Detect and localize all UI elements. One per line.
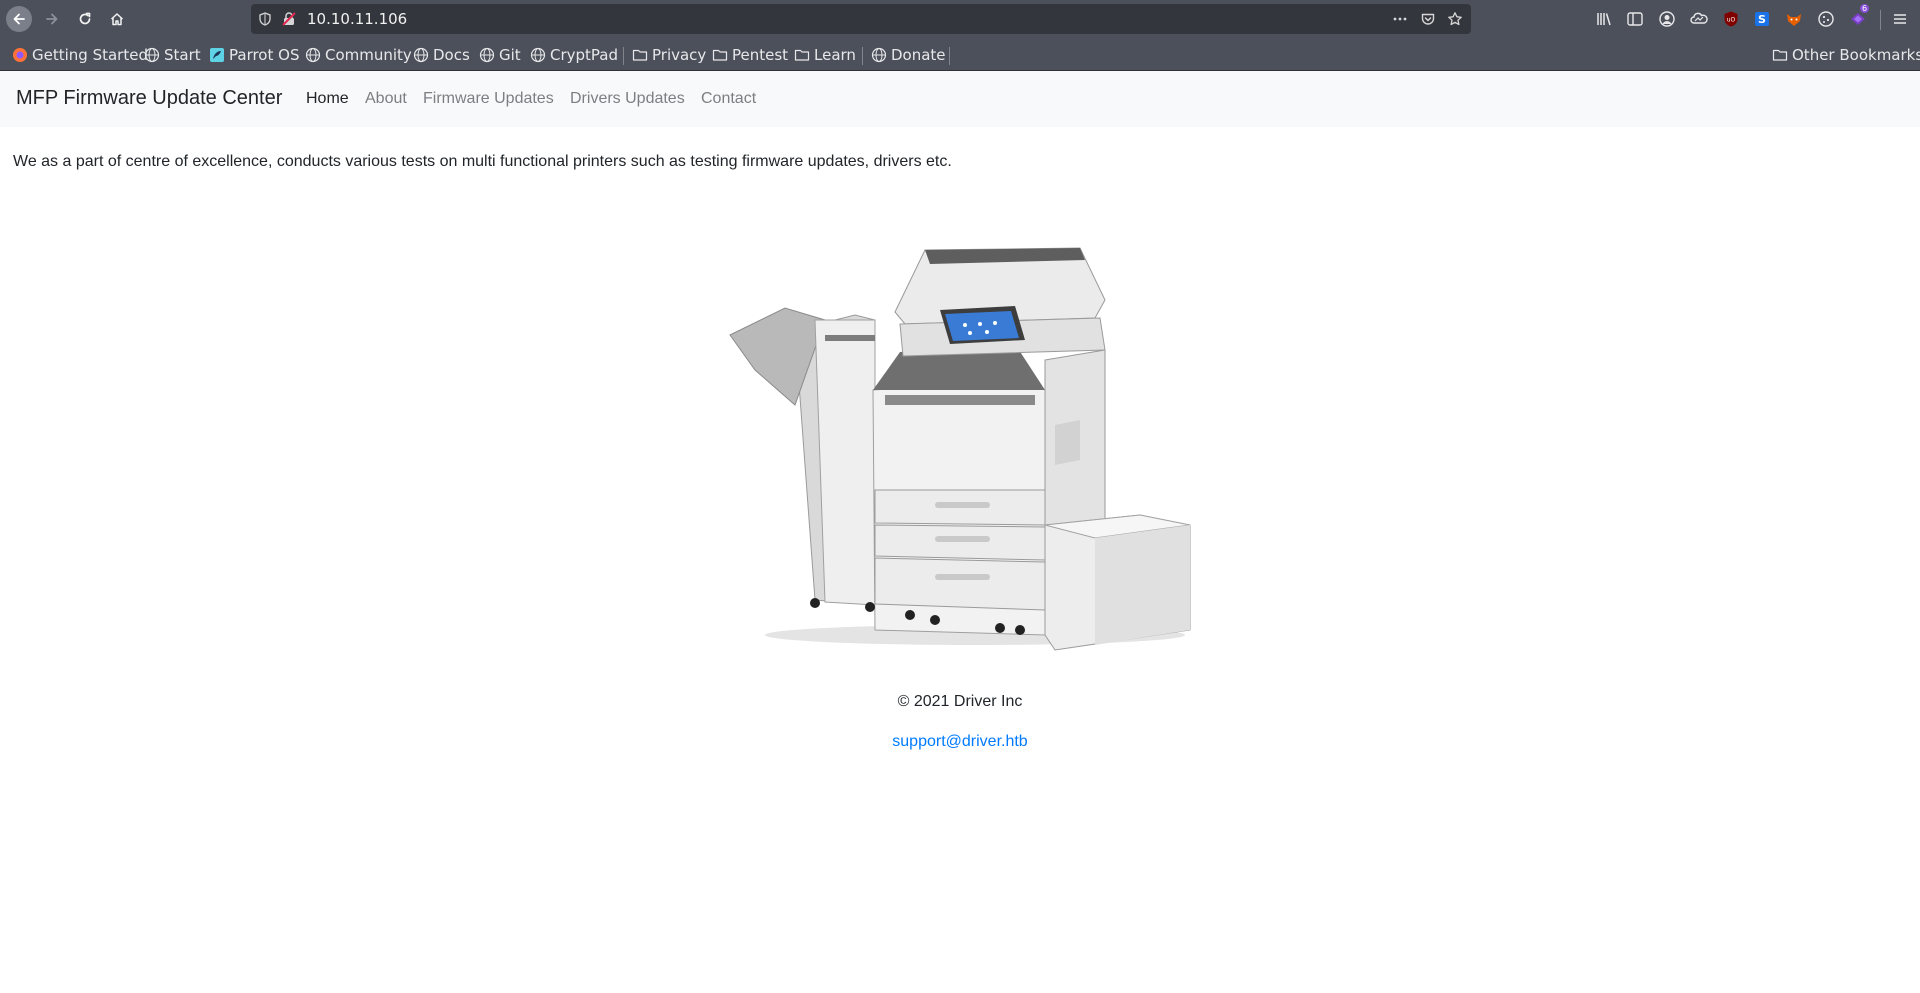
account-icon[interactable]: [1658, 10, 1676, 28]
folder-icon: [712, 47, 728, 63]
bookmark-label: Donate: [891, 46, 946, 64]
intro-text: We as a part of centre of excellence, co…: [13, 153, 952, 170]
reload-button[interactable]: [72, 6, 98, 32]
bookmark-label: Docs: [433, 46, 470, 64]
globe-icon: [871, 47, 887, 63]
back-button[interactable]: [6, 6, 32, 32]
site-navbar: MFP Firmware Update Center Home About Fi…: [0, 71, 1920, 127]
url-text[interactable]: 10.10.11.106: [307, 10, 407, 28]
footer-copyright: © 2021 Driver Inc: [897, 693, 1023, 710]
star-icon[interactable]: [1447, 11, 1463, 27]
pocket-icon[interactable]: [1420, 11, 1436, 27]
firefox-icon: [12, 47, 28, 63]
library-icon[interactable]: [1595, 10, 1613, 28]
s-extension-icon[interactable]: S: [1753, 10, 1771, 28]
support-email-link[interactable]: support@driver.htb: [0, 733, 1920, 751]
page-actions-icon[interactable]: [1392, 11, 1408, 27]
globe-icon: [144, 47, 160, 63]
reload-icon: [79, 12, 91, 25]
bookmark-label: Community: [325, 46, 412, 64]
url-bar[interactable]: 10.10.11.106: [251, 4, 1471, 34]
browser-toolbar: 10.10.11.106 uO S 6: [0, 0, 1920, 38]
bookmark-folder-learn[interactable]: Learn: [794, 45, 856, 65]
bookmark-label: Other Bookmarks: [1792, 46, 1920, 64]
printer-image: [729, 247, 1191, 651]
bookmarks-bar: Getting Started Start Parrot OS Communit…: [0, 38, 1920, 71]
toolbar-divider: [1880, 10, 1881, 30]
bookmark-parrot-os[interactable]: Parrot OS: [209, 45, 299, 65]
home-button[interactable]: [104, 6, 130, 32]
bookmark-getting-started[interactable]: Getting Started: [12, 45, 148, 65]
home-icon: [110, 13, 124, 26]
bookmark-label: Privacy: [652, 46, 707, 64]
site-brand[interactable]: MFP Firmware Update Center: [16, 87, 282, 110]
bookmark-donate[interactable]: Donate: [871, 45, 946, 65]
folder-icon: [794, 47, 810, 63]
svg-text:S: S: [1758, 13, 1766, 26]
bookmark-label: Learn: [814, 46, 856, 64]
insecure-lock-icon[interactable]: [281, 11, 297, 27]
nav-drivers-updates[interactable]: Drivers Updates: [570, 90, 685, 108]
globe-icon: [305, 47, 321, 63]
nav-home[interactable]: Home: [306, 90, 349, 108]
bookmark-label: Git: [499, 46, 521, 64]
forward-button[interactable]: [39, 6, 65, 32]
fox-extension-icon[interactable]: [1785, 10, 1803, 28]
nav-firmware-updates[interactable]: Firmware Updates: [423, 90, 554, 108]
bookmark-git[interactable]: Git: [479, 45, 521, 65]
bookmark-docs[interactable]: Docs: [413, 45, 470, 65]
bookmark-label: Parrot OS: [229, 46, 300, 64]
ublock-origin-icon[interactable]: uO: [1722, 10, 1740, 28]
nav-about[interactable]: About: [365, 90, 407, 108]
folder-icon: [1772, 47, 1788, 63]
nav-contact[interactable]: Contact: [701, 90, 756, 108]
bookmark-separator: [623, 47, 624, 65]
extension-cloud-icon[interactable]: [1690, 10, 1708, 28]
arrow-left-icon: [13, 13, 25, 25]
bookmark-other-bookmarks[interactable]: Other Bookmarks: [1772, 45, 1920, 65]
sidebar-icon[interactable]: [1626, 10, 1644, 28]
bookmark-separator: [949, 47, 950, 65]
bookmark-start[interactable]: Start: [144, 45, 201, 65]
extension-badge-count: 6: [1860, 4, 1870, 13]
parrot-icon: [209, 47, 225, 63]
bookmark-label: Start: [164, 46, 201, 64]
bookmark-folder-privacy[interactable]: Privacy: [632, 45, 706, 65]
bookmark-community[interactable]: Community: [305, 45, 412, 65]
globe-icon: [479, 47, 495, 63]
bookmark-label: Pentest: [732, 46, 789, 64]
globe-icon: [530, 47, 546, 63]
bookmark-label: CryptPad: [550, 46, 619, 64]
arrow-right-icon: [46, 13, 58, 25]
globe-icon: [413, 47, 429, 63]
bookmark-folder-pentest[interactable]: Pentest: [712, 45, 788, 65]
extension-badge-icon[interactable]: 6: [1849, 4, 1870, 28]
bookmark-label: Getting Started: [32, 46, 148, 64]
bookmark-cryptpad[interactable]: CryptPad: [530, 45, 618, 65]
svg-text:uO: uO: [1727, 17, 1736, 24]
folder-icon: [632, 47, 648, 63]
cookie-icon[interactable]: [1817, 10, 1835, 28]
menu-icon[interactable]: [1891, 10, 1909, 28]
shield-icon[interactable]: [257, 11, 273, 27]
bookmark-separator: [862, 47, 863, 65]
